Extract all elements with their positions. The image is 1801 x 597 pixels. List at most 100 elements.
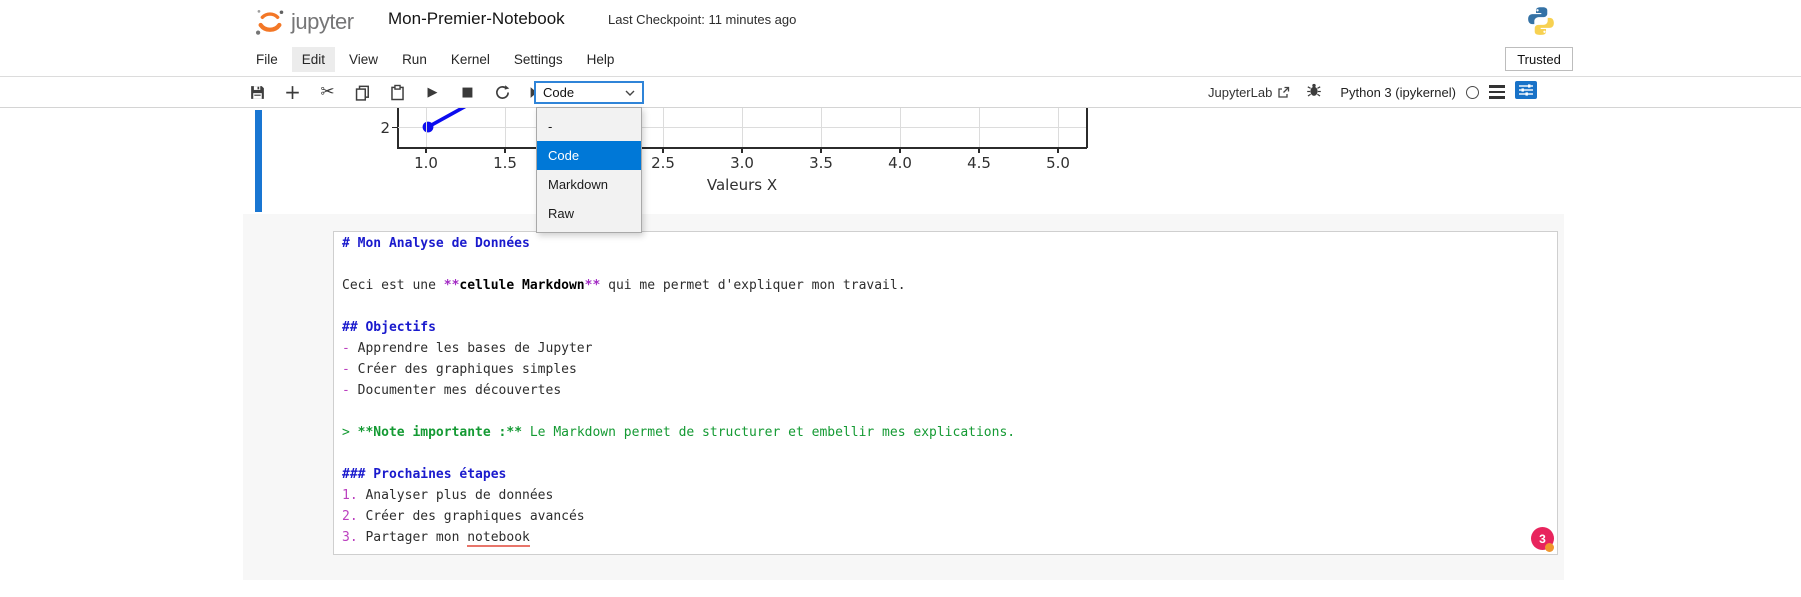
jupyter-logo[interactable]: jupyter bbox=[252, 5, 354, 39]
scissors-icon: ✂ bbox=[320, 82, 334, 102]
paste-icon bbox=[389, 84, 406, 101]
markdown-cell-editor[interactable]: # Mon Analyse de Données Ceci est une **c… bbox=[333, 231, 1558, 555]
bug-icon bbox=[1306, 82, 1322, 98]
chart-data-line bbox=[420, 108, 480, 148]
chart-x-tickmark bbox=[662, 148, 664, 153]
notification-dot bbox=[1545, 543, 1554, 552]
menu-kernel[interactable]: Kernel bbox=[441, 47, 500, 72]
kernel-name[interactable]: Python 3 (ipykernel) bbox=[1340, 85, 1456, 100]
chart-x-tick-label: 3.5 bbox=[799, 154, 843, 172]
open-in-jupyterlab-link[interactable]: JupyterLab bbox=[1208, 85, 1290, 100]
chart-left-spine bbox=[397, 108, 399, 148]
jupyter-logo-icon bbox=[252, 5, 288, 39]
chart-x-tickmark bbox=[425, 148, 427, 153]
toolbar: + ✂ ▶ ■ bbox=[0, 77, 1801, 108]
cell-type-option-raw[interactable]: Raw bbox=[537, 199, 641, 228]
cell-type-value: Code bbox=[543, 85, 574, 100]
chart-x-tickmark bbox=[741, 148, 743, 153]
python-logo-icon bbox=[1524, 4, 1558, 43]
stop-icon: ■ bbox=[461, 85, 473, 100]
paste-cell-button[interactable] bbox=[386, 81, 409, 104]
markdown-source-line: Ceci est une **cellule Markdown** qui me… bbox=[342, 278, 1557, 299]
cell-selection-indicator bbox=[255, 110, 262, 212]
markdown-source-line: - Créer des graphiques simples bbox=[342, 362, 1557, 383]
restart-kernel-button[interactable] bbox=[491, 81, 514, 104]
menu-run[interactable]: Run bbox=[392, 47, 437, 72]
markdown-source-line bbox=[342, 404, 1557, 425]
markdown-source-line bbox=[342, 446, 1557, 467]
chart-y-tickmark bbox=[392, 127, 397, 129]
chart-vertical-gridline bbox=[426, 108, 427, 147]
cell-type-option-[interactable]: - bbox=[537, 112, 641, 141]
notebook-title[interactable]: Mon-Premier-Notebook bbox=[388, 9, 565, 29]
save-button[interactable] bbox=[246, 81, 269, 104]
menu-view[interactable]: View bbox=[339, 47, 388, 72]
chart-x-tick-label: 1.0 bbox=[404, 154, 448, 172]
checkpoint-status: Last Checkpoint: 11 minutes ago bbox=[608, 12, 796, 27]
menu-help[interactable]: Help bbox=[577, 47, 625, 72]
chart-x-tick-label: 5.0 bbox=[1036, 154, 1080, 172]
external-link-icon bbox=[1277, 86, 1290, 99]
menu-bar-items: FileEditViewRunKernelSettingsHelp bbox=[246, 43, 624, 76]
cell-type-option-markdown[interactable]: Markdown bbox=[537, 170, 641, 199]
chart-x-tick-label: 1.5 bbox=[483, 154, 527, 172]
markdown-source-line: ## Objectifs bbox=[342, 320, 1557, 341]
menu-settings[interactable]: Settings bbox=[504, 47, 573, 72]
jupyter-logo-text: jupyter bbox=[291, 9, 354, 35]
cut-cell-button[interactable]: ✂ bbox=[316, 81, 339, 104]
add-cell-button[interactable]: + bbox=[281, 81, 304, 104]
jupyterlab-label: JupyterLab bbox=[1208, 85, 1272, 100]
menu-bar: FileEditViewRunKernelSettingsHelp Truste… bbox=[0, 43, 1801, 77]
chart-x-tickmark bbox=[820, 148, 822, 153]
markdown-source-line: > **Note importante :** Le Markdown perm… bbox=[342, 425, 1557, 446]
cell-type-select[interactable]: Code bbox=[534, 81, 644, 104]
header: jupyter Mon-Premier-Notebook Last Checkp… bbox=[0, 0, 1801, 43]
debugger-button[interactable] bbox=[1306, 82, 1322, 103]
markdown-source-line: # Mon Analyse de Données bbox=[342, 236, 1557, 257]
chart-x-tick-label: 4.0 bbox=[878, 154, 922, 172]
chart-right-spine bbox=[1086, 108, 1088, 148]
markdown-source-line: - Apprendre les bases de Jupyter bbox=[342, 341, 1557, 362]
markdown-source-line: 1. Analyser plus de données bbox=[342, 488, 1557, 509]
cell-type-option-code[interactable]: Code bbox=[537, 141, 641, 170]
chart-vertical-gridline bbox=[663, 108, 664, 147]
chart-x-tick-label: 2.5 bbox=[641, 154, 685, 172]
chart-vertical-gridline bbox=[821, 108, 822, 147]
chevron-down-icon bbox=[625, 90, 635, 96]
interrupt-kernel-button[interactable]: ■ bbox=[456, 81, 479, 104]
menu-file[interactable]: File bbox=[246, 47, 288, 72]
sliders-icon bbox=[1515, 81, 1537, 99]
chart-x-tickmark bbox=[504, 148, 506, 153]
chart-x-tickmark bbox=[1057, 148, 1059, 153]
chart-x-tickmark bbox=[899, 148, 901, 153]
chart-vertical-gridline bbox=[900, 108, 901, 147]
save-icon bbox=[249, 84, 266, 101]
jupyter-notebook-app: jupyter Mon-Premier-Notebook Last Checkp… bbox=[0, 0, 1801, 597]
markdown-source-line: - Documenter mes découvertes bbox=[342, 383, 1557, 404]
chart-x-tick-label: 4.5 bbox=[957, 154, 1001, 172]
chart-y-tick-label: 2 bbox=[358, 119, 390, 137]
chart-vertical-gridline bbox=[742, 108, 743, 147]
markdown-source-line bbox=[342, 257, 1557, 278]
copy-cell-button[interactable] bbox=[351, 81, 374, 104]
run-cell-button[interactable]: ▶ bbox=[421, 81, 444, 104]
markdown-source-line: ### Prochaines étapes bbox=[342, 467, 1557, 488]
trusted-badge[interactable]: Trusted bbox=[1505, 47, 1573, 71]
chart-vertical-gridline bbox=[505, 108, 506, 147]
chart-x-axis-label: Valeurs X bbox=[662, 176, 822, 194]
menu-edit[interactable]: Edit bbox=[292, 47, 335, 72]
kernel-status-icon bbox=[1466, 86, 1479, 99]
cell-type-dropdown-menu: -CodeMarkdownRaw bbox=[536, 107, 642, 233]
hamburger-menu-icon[interactable] bbox=[1489, 85, 1505, 98]
chart-x-tick-label: 3.0 bbox=[720, 154, 764, 172]
restart-icon bbox=[494, 84, 511, 101]
chart-vertical-gridline bbox=[1058, 108, 1059, 147]
panel-toggle-button[interactable] bbox=[1515, 81, 1537, 104]
plus-icon: + bbox=[284, 80, 301, 104]
chart-vertical-gridline bbox=[979, 108, 980, 147]
chart-x-tickmark bbox=[978, 148, 980, 153]
markdown-source-line: 3. Partager mon notebook bbox=[342, 530, 1557, 551]
markdown-source-line: 2. Créer des graphiques avancés bbox=[342, 509, 1557, 530]
play-icon: ▶ bbox=[428, 85, 438, 100]
copy-icon bbox=[354, 84, 371, 101]
